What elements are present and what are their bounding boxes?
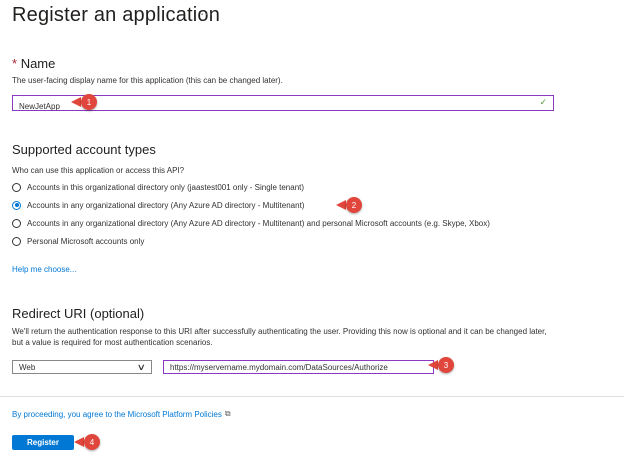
name-description: The user-facing display name for this ap… [12, 76, 283, 85]
account-types-question: Who can use this application or access t… [12, 166, 185, 175]
radio-option-single-tenant[interactable]: Accounts in this organizational director… [12, 181, 304, 193]
marker-arrow [428, 360, 438, 370]
register-button[interactable]: Register [12, 435, 74, 450]
redirect-uri-input[interactable]: https://myservername.mydomain.com/DataSo… [163, 360, 434, 374]
required-mark: * [12, 56, 18, 71]
chevron-down-icon: ∨ [137, 361, 147, 372]
redirect-uri-description: We'll return the authentication response… [12, 327, 547, 347]
radio-label: Accounts in any organizational directory… [27, 200, 305, 210]
marker-badge: 2 [346, 197, 362, 213]
marker-arrow [336, 200, 346, 210]
radio-button[interactable] [12, 236, 21, 246]
radio-button-selected[interactable] [12, 200, 21, 210]
redirect-uri-heading: Redirect URI (optional) [12, 306, 145, 321]
marker-3: 3 [428, 357, 454, 373]
platform-select[interactable]: Web ∨ [12, 360, 152, 374]
external-link-icon: ⧉ [224, 409, 231, 418]
help-me-choose-link[interactable]: Help me choose... [12, 265, 76, 274]
account-types-heading: Supported account types [12, 142, 156, 157]
radio-option-personal-only[interactable]: Personal Microsoft accounts only [12, 235, 144, 247]
checkmark-icon: ✓ [539, 97, 547, 107]
marker-2: 2 [336, 197, 362, 213]
marker-badge: 1 [81, 94, 97, 110]
radio-button[interactable] [12, 182, 21, 192]
radio-option-multitenant-personal[interactable]: Accounts in any organizational directory… [12, 217, 490, 229]
marker-badge: 3 [438, 357, 454, 373]
radio-option-multitenant[interactable]: Accounts in any organizational directory… [12, 199, 304, 211]
platform-select-value: Web [19, 362, 36, 372]
policy-statement: By proceeding, you agree to the Microsof… [12, 409, 231, 419]
radio-label: Personal Microsoft accounts only [27, 236, 145, 246]
radio-button[interactable] [12, 218, 21, 228]
page-title: Register an application [12, 4, 221, 26]
marker-4: 4 [74, 434, 100, 450]
marker-1: 1 [71, 94, 97, 110]
radio-label: Accounts in this organizational director… [27, 182, 305, 192]
radio-label: Accounts in any organizational directory… [27, 218, 490, 228]
name-label: * Name [12, 56, 55, 71]
divider [0, 396, 624, 397]
marker-arrow [71, 97, 81, 107]
redirect-uri-value: https://myservername.mydomain.com/DataSo… [170, 362, 388, 372]
more-options-icon[interactable]: ··· [200, 6, 213, 21]
name-label-text: Name [20, 56, 56, 71]
marker-arrow [74, 437, 84, 447]
platform-policies-link[interactable]: By proceeding, you agree to the Microsof… [12, 410, 222, 419]
marker-badge: 4 [84, 434, 100, 450]
